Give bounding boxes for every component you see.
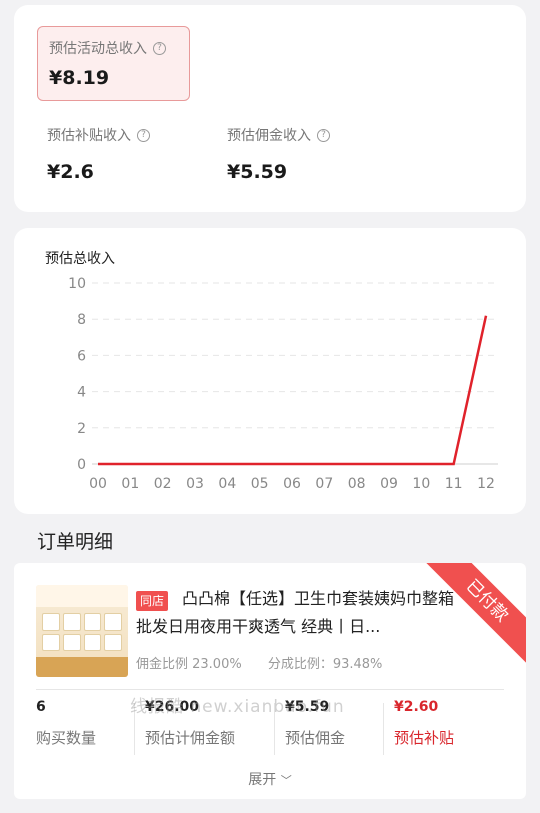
y-tick-label: 8 (77, 312, 86, 328)
product-image[interactable] (36, 585, 128, 677)
metric-label: 预估补贴 (394, 729, 455, 747)
y-tick-label: 0 (77, 457, 86, 473)
commission-income-label-text: 预估佣金收入 (227, 128, 311, 144)
y-tick-label: 10 (68, 276, 86, 292)
series-line (98, 315, 488, 466)
x-tick-label: 06 (283, 476, 301, 492)
chevron-down-icon: ﹀ (280, 774, 292, 787)
question-circle-icon[interactable]: ? (317, 128, 330, 142)
income-summary-card: 预估活动总收入 ? ¥8.19 预估补贴收入 ? ¥2.6 预估佣金收入 ? ¥… (14, 5, 526, 212)
metric-value: 6 (36, 699, 46, 715)
expand-label: 展开 (248, 772, 277, 788)
y-tick-label: 6 (77, 348, 86, 364)
total-income-value: ¥8.19 (49, 67, 110, 89)
x-tick-label: 09 (380, 476, 398, 492)
metric-commission: ¥5.59 预估佣金 (285, 699, 345, 755)
income-chart-card: 预估总收入 0 2 4 6 8 10 00 01 02 03 04 05 06 07 08 09 10 11 12 (14, 228, 526, 514)
metric-separator (274, 703, 275, 755)
metric-separator (383, 703, 384, 755)
x-tick-label: 03 (186, 476, 204, 492)
subsidy-income-label: 预估补贴收入 ? (47, 125, 150, 145)
product-image-boxes (42, 613, 122, 651)
y-tick-label: 4 (77, 385, 86, 401)
share-rate: 分成比例：93.48% (267, 657, 383, 672)
metric-value: ¥5.59 (285, 699, 330, 715)
metric-label: 预估计佣金额 (145, 729, 236, 747)
total-income-label: 预估活动总收入 ? (49, 38, 166, 58)
metric-value: ¥2.60 (394, 699, 439, 715)
subsidy-income-block: 预估补贴收入 ? ¥2.6 (47, 125, 150, 183)
income-line-chart: 024681000 01 02 03 04 05 06 07 08 09 10 11 12 (68, 276, 498, 492)
order-details-title: 订单明细 (37, 531, 114, 553)
x-tick-label: 00 (89, 476, 107, 492)
rates-row: 佣金比例 23.00% 分成比例：93.48% (136, 653, 382, 672)
store-tag: 同店 (136, 591, 169, 611)
total-income-label-text: 预估活动总收入 (49, 41, 147, 57)
product-image-band (36, 585, 128, 607)
x-tick-label: 07 (315, 476, 333, 492)
metric-subsidy: ¥2.60 预估补贴 (394, 699, 454, 755)
x-tick-label: 01 (121, 476, 139, 492)
metric-label: 购买数量 (36, 729, 97, 747)
metric-value: ¥26.00 (145, 699, 200, 715)
subsidy-income-value: ¥2.6 (47, 161, 94, 183)
metric-quantity: 6 购买数量 (36, 699, 96, 755)
total-income-box: 预估活动总收入 ? ¥8.19 (37, 26, 190, 101)
x-tick-label: 04 (218, 476, 236, 492)
question-circle-icon[interactable]: ? (137, 128, 150, 142)
question-circle-icon[interactable]: ? (153, 41, 166, 55)
metric-separator (134, 703, 135, 755)
y-tick-label: 2 (77, 421, 86, 437)
order-card[interactable]: 已付款 凸凸棉【任选】卫生巾套装姨妈巾整箱批发日用夜用干爽透气 经典丨日... … (14, 563, 526, 799)
x-tick-label: 12 (477, 476, 495, 492)
x-tick-label: 11 (445, 476, 463, 492)
expand-button[interactable]: 展开 ﹀ (14, 769, 526, 789)
metric-commission-base: ¥26.00 预估计佣金额 (145, 699, 235, 755)
divider (36, 689, 504, 690)
product-title[interactable]: 凸凸棉【任选】卫生巾套装姨妈巾整箱批发日用夜用干爽透气 经典丨日... (136, 585, 454, 641)
x-tick-label: 02 (154, 476, 172, 492)
metric-label: 预估佣金 (285, 729, 346, 747)
x-tick-label: 08 (348, 476, 366, 492)
x-tick-label: 10 (412, 476, 430, 492)
x-tick-label: 05 (251, 476, 269, 492)
commission-rate: 佣金比例 23.00% (136, 657, 242, 672)
commission-income-value: ¥5.59 (227, 161, 288, 183)
commission-income-block: 预估佣金收入 ? ¥5.59 (227, 125, 330, 183)
product-image-banner (36, 657, 128, 677)
subsidy-income-label-text: 预估补贴收入 (47, 128, 131, 144)
commission-income-label: 预估佣金收入 ? (227, 125, 330, 145)
